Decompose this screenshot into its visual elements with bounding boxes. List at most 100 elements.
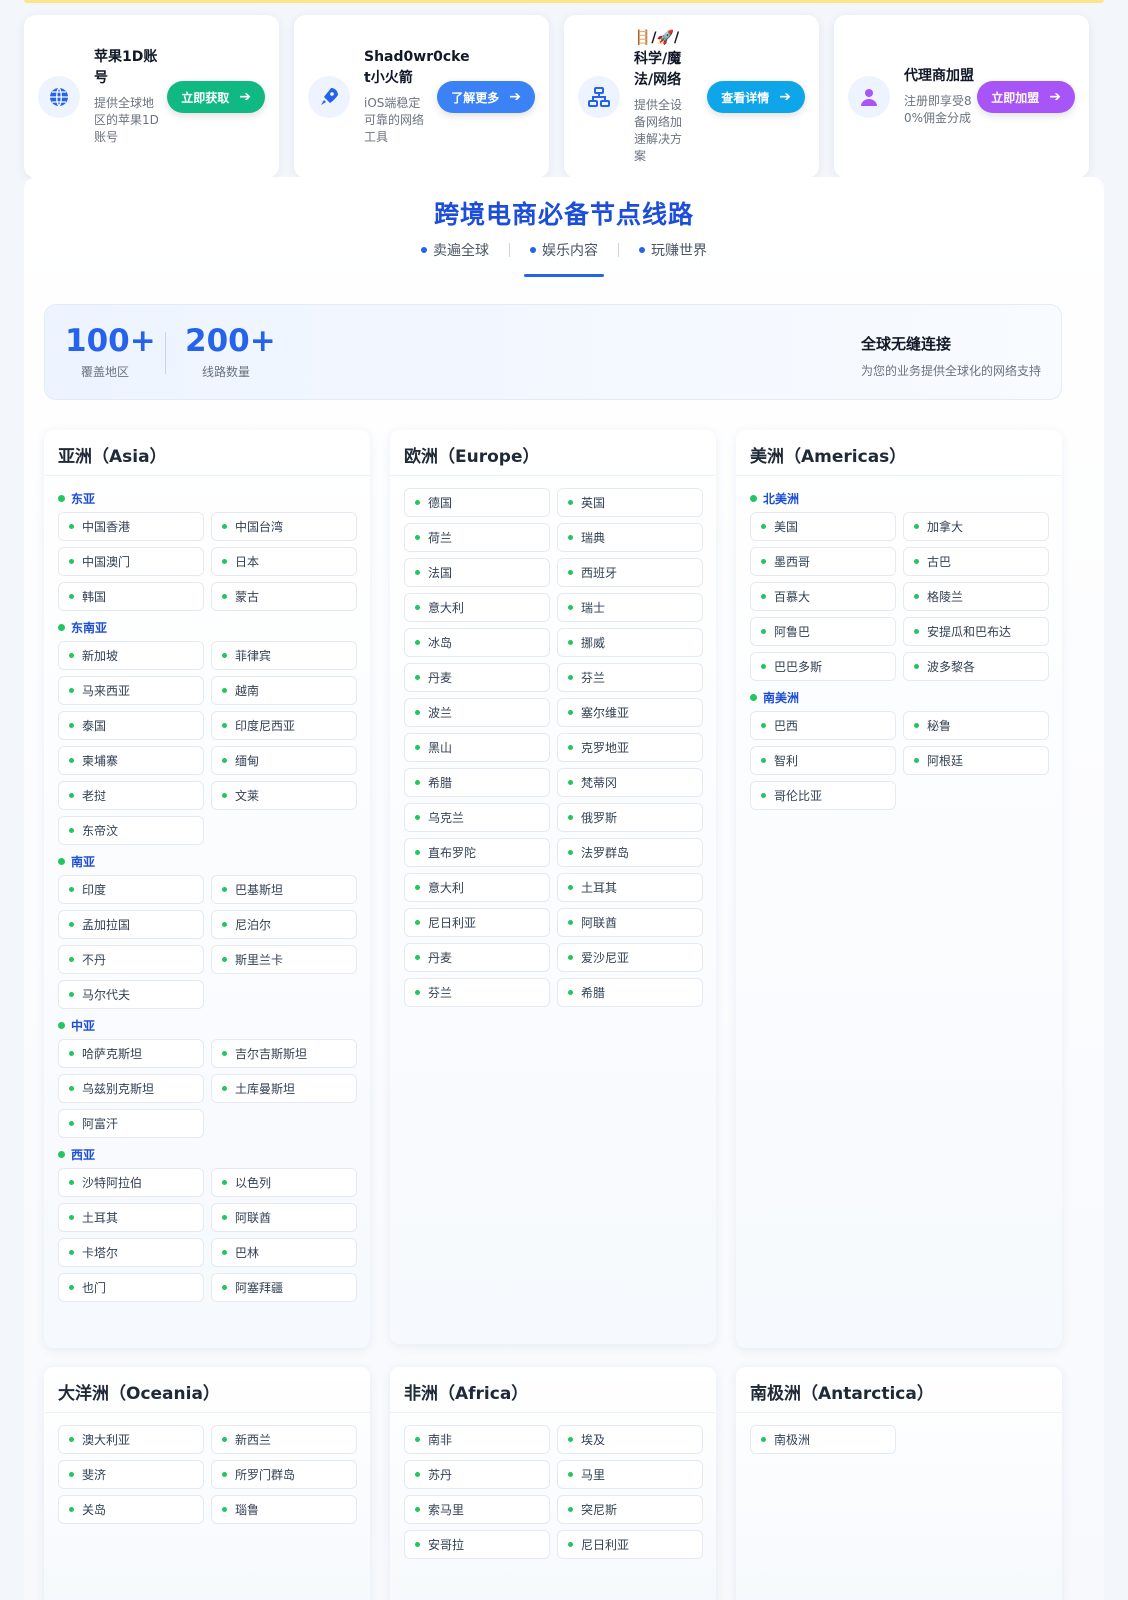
tab-entertainment[interactable]: 娱乐内容 [520, 240, 608, 277]
country-chip[interactable]: 马尔代夫 [58, 980, 204, 1009]
country-chip[interactable]: 法罗群岛 [557, 838, 703, 867]
country-chip[interactable]: 也门 [58, 1273, 204, 1302]
country-chip[interactable]: 丹麦 [404, 663, 550, 692]
country-chip[interactable]: 哈萨克斯坦 [58, 1039, 204, 1068]
country-chip[interactable]: 南极洲 [750, 1425, 896, 1454]
country-chip[interactable]: 巴基斯坦 [211, 875, 357, 904]
country-chip[interactable]: 百慕大 [750, 582, 896, 611]
country-chip[interactable]: 芬兰 [404, 978, 550, 1007]
country-chip[interactable]: 格陵兰 [903, 582, 1049, 611]
country-chip[interactable]: 柬埔寨 [58, 746, 204, 775]
country-chip[interactable]: 秘鲁 [903, 711, 1049, 740]
country-chip[interactable]: 孟加拉国 [58, 910, 204, 939]
country-chip[interactable]: 新加坡 [58, 641, 204, 670]
country-chip[interactable]: 丹麦 [404, 943, 550, 972]
country-chip[interactable]: 泰国 [58, 711, 204, 740]
country-chip[interactable]: 希腊 [557, 978, 703, 1007]
country-chip[interactable]: 美国 [750, 512, 896, 541]
country-chip[interactable]: 法国 [404, 558, 550, 587]
country-chip[interactable]: 土耳其 [58, 1203, 204, 1232]
country-chip[interactable]: 日本 [211, 547, 357, 576]
country-chip[interactable]: 韩国 [58, 582, 204, 611]
country-chip[interactable]: 中国澳门 [58, 547, 204, 576]
country-chip[interactable]: 挪威 [557, 628, 703, 657]
country-chip[interactable]: 马来西亚 [58, 676, 204, 705]
country-chip[interactable]: 阿根廷 [903, 746, 1049, 775]
country-chip[interactable]: 尼日利亚 [557, 1530, 703, 1559]
tab-sell-global[interactable]: 卖遍全球 [411, 240, 499, 260]
country-chip[interactable]: 澳大利亚 [58, 1425, 204, 1454]
tab-earn-world[interactable]: 玩赚世界 [629, 240, 717, 260]
country-chip[interactable]: 埃及 [557, 1425, 703, 1454]
country-chip[interactable]: 乌兹别克斯坦 [58, 1074, 204, 1103]
country-chip[interactable]: 所罗门群岛 [211, 1460, 357, 1489]
country-chip[interactable]: 蒙古 [211, 582, 357, 611]
country-chip[interactable]: 巴林 [211, 1238, 357, 1267]
country-chip[interactable]: 南非 [404, 1425, 550, 1454]
country-chip[interactable]: 俄罗斯 [557, 803, 703, 832]
country-chip[interactable]: 索马里 [404, 1495, 550, 1524]
country-chip[interactable]: 希腊 [404, 768, 550, 797]
country-chip[interactable]: 爱沙尼亚 [557, 943, 703, 972]
country-chip[interactable]: 意大利 [404, 593, 550, 622]
country-chip[interactable]: 芬兰 [557, 663, 703, 692]
country-chip[interactable]: 巴西 [750, 711, 896, 740]
country-chip[interactable]: 斐济 [58, 1460, 204, 1489]
country-chip[interactable]: 东帝汶 [58, 816, 204, 845]
country-chip[interactable]: 关岛 [58, 1495, 204, 1524]
view-details-button[interactable]: 查看详情 ➔ [707, 81, 805, 113]
country-chip[interactable]: 中国台湾 [211, 512, 357, 541]
country-chip[interactable]: 西班牙 [557, 558, 703, 587]
country-chip[interactable]: 尼日利亚 [404, 908, 550, 937]
country-chip[interactable]: 意大利 [404, 873, 550, 902]
country-chip[interactable]: 印度 [58, 875, 204, 904]
country-chip[interactable]: 土库曼斯坦 [211, 1074, 357, 1103]
country-chip[interactable]: 安哥拉 [404, 1530, 550, 1559]
country-chip[interactable]: 苏丹 [404, 1460, 550, 1489]
country-chip[interactable]: 巴巴多斯 [750, 652, 896, 681]
country-chip[interactable]: 塞尔维亚 [557, 698, 703, 727]
country-chip[interactable]: 缅甸 [211, 746, 357, 775]
country-chip[interactable]: 以色列 [211, 1168, 357, 1197]
country-chip[interactable]: 突尼斯 [557, 1495, 703, 1524]
join-now-button[interactable]: 立即加盟 ➔ [977, 81, 1075, 113]
country-chip[interactable]: 波多黎各 [903, 652, 1049, 681]
country-chip[interactable]: 文莱 [211, 781, 357, 810]
country-chip[interactable]: 阿联酋 [557, 908, 703, 937]
country-chip[interactable]: 古巴 [903, 547, 1049, 576]
country-chip[interactable]: 乌克兰 [404, 803, 550, 832]
country-chip[interactable]: 安提瓜和巴布达 [903, 617, 1049, 646]
country-chip[interactable]: 马里 [557, 1460, 703, 1489]
country-chip[interactable]: 德国 [404, 488, 550, 517]
country-chip[interactable]: 梵蒂冈 [557, 768, 703, 797]
country-chip[interactable]: 瑞士 [557, 593, 703, 622]
country-chip[interactable]: 阿塞拜疆 [211, 1273, 357, 1302]
country-chip[interactable]: 冰岛 [404, 628, 550, 657]
country-chip[interactable]: 不丹 [58, 945, 204, 974]
get-now-button[interactable]: 立即获取 ➔ [167, 81, 265, 113]
country-chip[interactable]: 越南 [211, 676, 357, 705]
country-chip[interactable]: 克罗地亚 [557, 733, 703, 762]
country-chip[interactable]: 沙特阿拉伯 [58, 1168, 204, 1197]
country-chip[interactable]: 瑙鲁 [211, 1495, 357, 1524]
learn-more-button[interactable]: 了解更多 ➔ [437, 81, 535, 113]
country-chip[interactable]: 加拿大 [903, 512, 1049, 541]
country-chip[interactable]: 斯里兰卡 [211, 945, 357, 974]
country-chip[interactable]: 波兰 [404, 698, 550, 727]
country-chip[interactable]: 菲律宾 [211, 641, 357, 670]
country-chip[interactable]: 荷兰 [404, 523, 550, 552]
country-chip[interactable]: 阿鲁巴 [750, 617, 896, 646]
country-chip[interactable]: 黑山 [404, 733, 550, 762]
country-chip[interactable]: 土耳其 [557, 873, 703, 902]
country-chip[interactable]: 智利 [750, 746, 896, 775]
country-chip[interactable]: 阿富汗 [58, 1109, 204, 1138]
country-chip[interactable]: 英国 [557, 488, 703, 517]
country-chip[interactable]: 老挝 [58, 781, 204, 810]
country-chip[interactable]: 瑞典 [557, 523, 703, 552]
country-chip[interactable]: 卡塔尔 [58, 1238, 204, 1267]
country-chip[interactable]: 直布罗陀 [404, 838, 550, 867]
country-chip[interactable]: 吉尔吉斯斯坦 [211, 1039, 357, 1068]
country-chip[interactable]: 尼泊尔 [211, 910, 357, 939]
country-chip[interactable]: 中国香港 [58, 512, 204, 541]
country-chip[interactable]: 阿联酋 [211, 1203, 357, 1232]
